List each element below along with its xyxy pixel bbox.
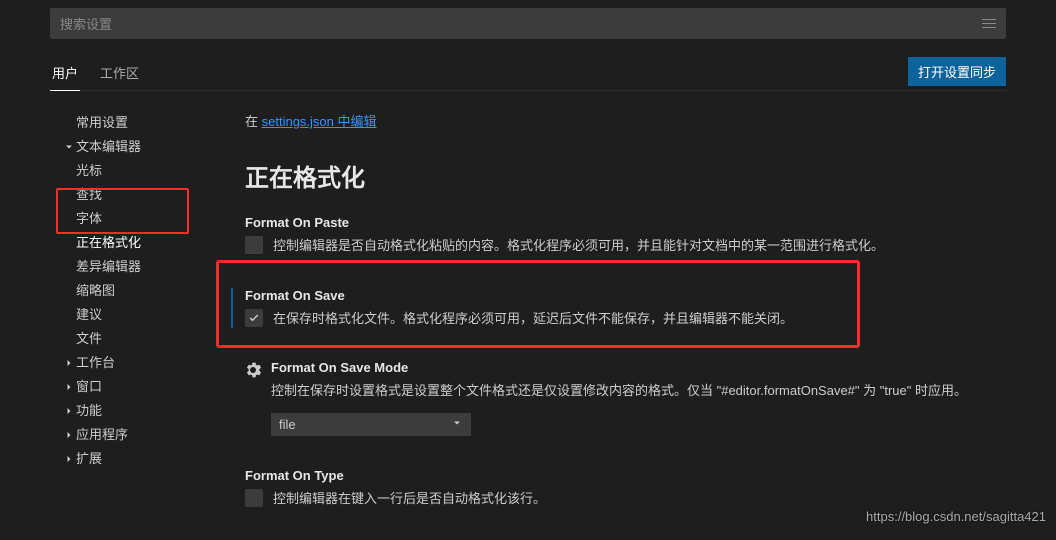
edit-in-settings-json[interactable]: 在 settings.json 中编辑 <box>245 111 996 130</box>
setting-format-on-type: Format On Type 控制编辑器在键入一行后是否自动格式化该行。 <box>245 468 996 509</box>
chevron-right-icon <box>62 429 76 441</box>
setting-format-on-save: Format On Save 在保存时格式化文件。格式化程序必须可用，延迟后文件… <box>231 288 996 329</box>
setting-description: 在保存时格式化文件。格式化程序必须可用，延迟后文件不能保存，并且编辑器不能关闭。 <box>273 309 793 329</box>
sidebar-item-minimap[interactable]: 缩略图 <box>50 279 215 303</box>
dropdown-value: file <box>279 417 296 432</box>
chevron-down-icon <box>451 417 463 432</box>
tab-user[interactable]: 用户 <box>50 57 80 91</box>
sidebar-item-files[interactable]: 文件 <box>50 327 215 351</box>
tab-workspace[interactable]: 工作区 <box>98 57 141 90</box>
chevron-right-icon <box>62 381 76 393</box>
sidebar-item-suggestions[interactable]: 建议 <box>50 303 215 327</box>
search-settings-input[interactable]: 搜索设置 <box>50 8 1006 39</box>
gear-icon[interactable] <box>245 362 261 381</box>
settings-json-link[interactable]: settings.json 中编辑 <box>262 114 377 129</box>
setting-format-on-paste: Format On Paste 控制编辑器是否自动格式化粘贴的内容。格式化程序必… <box>245 215 996 256</box>
check-icon <box>248 312 260 324</box>
sidebar-item-font[interactable]: 字体 <box>50 207 215 231</box>
sidebar-item-frequently-used[interactable]: 常用设置 <box>50 111 215 135</box>
format-on-type-checkbox[interactable] <box>245 489 263 507</box>
sidebar-item-cursor[interactable]: 光标 <box>50 159 215 183</box>
filter-icon[interactable] <box>982 19 996 28</box>
sidebar-item-text-editor[interactable]: 文本编辑器 <box>50 135 215 159</box>
search-placeholder: 搜索设置 <box>60 14 112 33</box>
settings-sidebar: 常用设置 文本编辑器 光标 查找 字体 正在格式化 差异编辑器 缩略图 建议 文… <box>50 111 215 540</box>
sidebar-item-diff-editor[interactable]: 差异编辑器 <box>50 255 215 279</box>
sidebar-item-applications[interactable]: 应用程序 <box>50 423 215 447</box>
format-on-paste-checkbox[interactable] <box>245 236 263 254</box>
format-on-save-mode-dropdown[interactable]: file <box>271 413 471 436</box>
section-heading: 正在格式化 <box>245 158 996 193</box>
open-settings-sync-button[interactable]: 打开设置同步 <box>908 57 1006 86</box>
chevron-right-icon <box>62 357 76 369</box>
setting-format-on-save-mode: Format On Save Mode 控制在保存时设置格式是设置整个文件格式还… <box>245 360 996 436</box>
sidebar-item-formatting[interactable]: 正在格式化 <box>50 231 215 255</box>
chevron-down-icon <box>62 141 76 153</box>
sidebar-item-workbench[interactable]: 工作台 <box>50 351 215 375</box>
sidebar-item-features[interactable]: 功能 <box>50 399 215 423</box>
watermark: https://blog.csdn.net/sagitta421 <box>866 509 1046 524</box>
setting-title: Format On Save <box>245 288 996 303</box>
setting-description: 控制编辑器在键入一行后是否自动格式化该行。 <box>273 489 546 509</box>
setting-description: 控制在保存时设置格式是设置整个文件格式还是仅设置修改内容的格式。仅当 "#edi… <box>271 381 996 401</box>
sidebar-item-window[interactable]: 窗口 <box>50 375 215 399</box>
format-on-save-checkbox[interactable] <box>245 309 263 327</box>
chevron-right-icon <box>62 405 76 417</box>
setting-title: Format On Type <box>245 468 996 483</box>
settings-content: 在 settings.json 中编辑 正在格式化 Format On Past… <box>215 111 1006 540</box>
chevron-right-icon <box>62 453 76 465</box>
sidebar-item-extensions[interactable]: 扩展 <box>50 447 215 471</box>
setting-description: 控制编辑器是否自动格式化粘贴的内容。格式化程序必须可用，并且能针对文档中的某一范… <box>273 236 884 256</box>
sidebar-item-find[interactable]: 查找 <box>50 183 215 207</box>
setting-title: Format On Save Mode <box>271 360 996 375</box>
setting-title: Format On Paste <box>245 215 996 230</box>
